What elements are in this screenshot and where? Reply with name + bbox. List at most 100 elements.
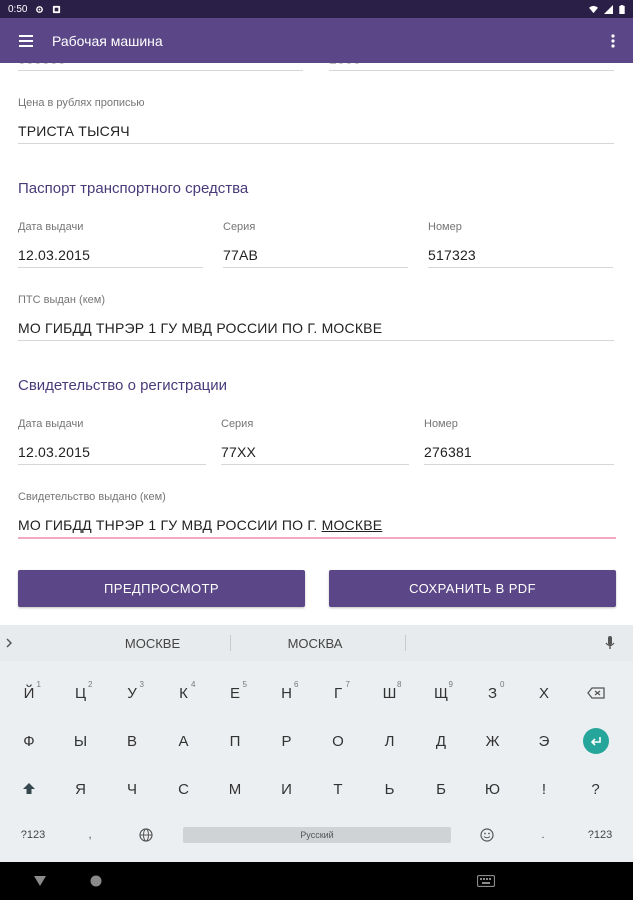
language-key[interactable]: [125, 809, 167, 861]
pts-section-title: Паспорт транспортного средства: [18, 180, 249, 197]
top-right-field[interactable]: 2000: [329, 63, 614, 73]
pts-series-value: 77АВ: [223, 247, 259, 263]
key-label: !: [541, 780, 547, 798]
price-words-value: ТРИСТА ТЫСЯЧ: [18, 123, 130, 139]
key-hint: 2: [88, 680, 93, 689]
reg-number-value: 276381: [424, 444, 472, 460]
key-label: О: [332, 732, 344, 750]
key-label: И: [281, 780, 292, 798]
backspace-key[interactable]: [572, 667, 620, 719]
key-label: В: [126, 732, 137, 750]
key-?[interactable]: ?: [572, 763, 620, 815]
save-pdf-button[interactable]: СОХРАНИТЬ В PDF: [329, 570, 616, 607]
key-Ы[interactable]: Ы: [57, 715, 105, 767]
keyboard-switch-button[interactable]: [474, 871, 498, 891]
space-bar[interactable]: Русский: [183, 827, 451, 843]
back-button[interactable]: [30, 871, 50, 891]
key-Ю[interactable]: Ю: [469, 763, 517, 815]
key-С[interactable]: С: [160, 763, 208, 815]
key-hint: 9: [448, 680, 453, 689]
home-button[interactable]: [86, 871, 106, 891]
microphone-icon[interactable]: [603, 635, 617, 651]
key-Ш[interactable]: Ш8: [366, 667, 414, 719]
key-Г[interactable]: Г7: [314, 667, 362, 719]
suggestion-strip: МОСКВЕ МОСКВА: [0, 625, 633, 661]
key-Ч[interactable]: Ч: [108, 763, 156, 815]
reg-series-field[interactable]: Серия 77ХХ: [221, 418, 409, 466]
pts-date-field[interactable]: Дата выдачи 12.03.2015: [18, 221, 203, 269]
keyboard-row-3: Я Ч С М И Т Ь Б Ю!?: [0, 763, 633, 815]
key-label: П: [229, 732, 241, 750]
top-left-field[interactable]: 000000: [18, 63, 303, 73]
pts-date-value: 12.03.2015: [18, 247, 91, 263]
key-Й[interactable]: Й1: [5, 667, 53, 719]
key-А[interactable]: А: [160, 715, 208, 767]
pts-series-field[interactable]: Серия 77АВ: [223, 221, 408, 269]
form-scroll-area[interactable]: 000000 2000 Цена в рублях прописью ТРИСТ…: [0, 63, 633, 625]
menu-button[interactable]: [0, 18, 52, 63]
price-words-field[interactable]: Цена в рублях прописью ТРИСТА ТЫСЯЧ: [18, 97, 614, 145]
keyboard-row-2: ФЫВАПРОЛДЖЭ: [0, 715, 633, 767]
suggestion-2[interactable]: МОСКВА: [235, 625, 395, 661]
key-Д[interactable]: Д: [417, 715, 465, 767]
key-label: Ь: [384, 780, 395, 798]
key-Б[interactable]: Б: [417, 763, 465, 815]
key-hint: 5: [242, 680, 247, 689]
key-У[interactable]: У3: [108, 667, 156, 719]
key-В[interactable]: В: [108, 715, 156, 767]
hamburger-menu-icon: [19, 34, 33, 47]
key-Е[interactable]: Е5: [211, 667, 259, 719]
reg-date-field[interactable]: Дата выдачи 12.03.2015: [18, 418, 206, 466]
key-Х[interactable]: Х: [520, 667, 568, 719]
active-underline: [18, 537, 616, 539]
preview-button[interactable]: ПРЕДПРОСМОТР: [18, 570, 305, 607]
key-label: Л: [384, 732, 395, 750]
key-Я[interactable]: Я: [57, 763, 105, 815]
key-label: Ф: [23, 732, 35, 750]
reg-number-field[interactable]: Номер 276381: [424, 418, 614, 466]
key-![interactable]: !: [520, 763, 568, 815]
key-Р[interactable]: Р: [263, 715, 311, 767]
key-К[interactable]: К4: [160, 667, 208, 719]
key-Л[interactable]: Л: [366, 715, 414, 767]
suggestion-1[interactable]: МОСКВЕ: [80, 625, 225, 661]
overflow-menu-button[interactable]: [593, 18, 633, 63]
shift-icon: [23, 783, 35, 794]
reg-issued-by-value: МО ГИБДД ТНРЭР 1 ГУ МВД РОССИИ ПО Г. МОС…: [18, 517, 383, 533]
key-П[interactable]: П: [211, 715, 259, 767]
reg-issued-by-field[interactable]: Свидетельство выдано (кем) МО ГИБДД ТНРЭ…: [18, 491, 616, 541]
period-key[interactable]: .: [522, 809, 564, 861]
symbols-key-left[interactable]: ?123: [10, 809, 56, 861]
key-З[interactable]: З0: [469, 667, 517, 719]
key-label: Ч: [127, 780, 137, 798]
back-triangle-icon: [34, 876, 46, 886]
key-Ф[interactable]: Ф: [5, 715, 53, 767]
comma-key[interactable]: ,: [70, 809, 110, 861]
key-label: Р: [281, 732, 292, 750]
shift-key[interactable]: [5, 763, 53, 815]
wifi-icon: [589, 5, 598, 13]
key-О[interactable]: О: [314, 715, 362, 767]
key-label: ?: [591, 780, 600, 798]
key-label: Ж: [485, 732, 500, 750]
symbols-key-right[interactable]: ?123: [576, 809, 624, 861]
key-М[interactable]: М: [211, 763, 259, 815]
key-Т[interactable]: Т: [314, 763, 362, 815]
keyboard-icon: [477, 875, 495, 887]
pts-issued-by-field[interactable]: ПТС выдан (кем) МО ГИБДД ТНРЭР 1 ГУ МВД …: [18, 294, 614, 342]
key-Ж[interactable]: Ж: [469, 715, 517, 767]
expand-suggestions-button[interactable]: [0, 625, 18, 661]
key-Ь[interactable]: Ь: [366, 763, 414, 815]
enter-key[interactable]: [572, 715, 620, 767]
key-Э[interactable]: Э: [520, 715, 568, 767]
pts-number-field[interactable]: Номер 517323: [428, 221, 613, 269]
key-hint: 6: [294, 680, 299, 689]
key-И[interactable]: И: [263, 763, 311, 815]
emoji-key[interactable]: [466, 809, 508, 861]
reg-series-value: 77ХХ: [221, 444, 257, 460]
key-Н[interactable]: Н6: [263, 667, 311, 719]
key-label: Д: [435, 732, 447, 750]
key-Ц[interactable]: Ц2: [57, 667, 105, 719]
key-Щ[interactable]: Щ9: [417, 667, 465, 719]
status-time: 0:50: [8, 3, 28, 15]
